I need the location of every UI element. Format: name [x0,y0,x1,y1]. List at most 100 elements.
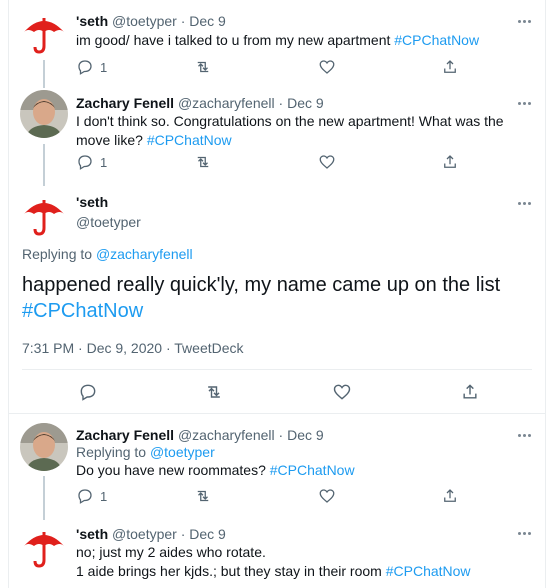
thread-line [43,144,45,186]
hashtag-link[interactable]: #CPChatNow [386,563,471,579]
share-button[interactable] [441,486,459,506]
retweet-button[interactable] [204,382,224,402]
tweet-actions: 1 [76,486,456,506]
tweet-header: 'seth @toetyper · Dec 9 [76,525,226,543]
replying-to-link[interactable]: @zacharyfenell [96,246,193,262]
handle[interactable]: @toetyper [112,526,177,542]
tweet-header: Zachary Fenell @zacharyfenell · Dec 9 [76,94,324,112]
heart-icon [319,60,335,74]
reply-button[interactable]: 1 [76,152,107,172]
replying-label: Replying to [22,246,96,262]
retweet-button[interactable] [194,152,212,172]
hashtag-link[interactable]: #CPChatNow [147,132,232,148]
tweet-text-content: I don't think so. Congratulations on the… [76,113,504,148]
avatar[interactable] [20,423,68,471]
divider [8,413,545,414]
tweet-text: Do you have new roommates? #CPChatNow [76,461,525,480]
retweet-icon [197,156,209,168]
tweet-text-line: no; just my 2 aides who rotate. [76,544,266,560]
tweet-date[interactable]: · Dec 9 [181,526,226,542]
retweet-icon [197,61,209,73]
avatar[interactable] [20,190,68,238]
share-button[interactable] [441,57,459,77]
like-button[interactable] [318,152,336,172]
red-umbrella-avatar-icon [20,522,68,570]
retweet-icon [208,386,220,398]
heart-icon [333,384,351,400]
replying-to: Replying to @toetyper [76,443,525,462]
tweet-text-content: Do you have new roommates? [76,462,270,478]
reply-count: 1 [100,488,108,504]
focused-tweet-actions [22,382,533,404]
tweet-text: im good/ have i talked to u from my new … [76,31,525,50]
share-button[interactable] [441,152,459,172]
tweet-header: Zachary Fenell @zacharyfenell · Dec 9 [76,426,324,444]
more-icon[interactable] [515,528,533,538]
handle[interactable]: @toetyper [112,13,177,29]
tweet-text: I don't think so. Congratulations on the… [76,112,525,150]
share-icon [444,489,456,502]
tweet-actions: 1 [76,57,456,77]
more-icon[interactable] [515,198,533,208]
avatar[interactable] [20,522,68,570]
tweet-text-line: 1 aide brings her kjds.; but they stay i… [76,563,386,579]
share-icon [444,60,456,73]
reply-button[interactable]: 1 [76,486,107,506]
tweet-date[interactable]: · Dec 9 [279,95,324,111]
tweet-date[interactable]: · Dec 9 [279,427,324,443]
reply-button[interactable] [78,382,98,402]
heart-icon [319,489,335,503]
replying-label: Replying to [76,444,150,460]
reply-button[interactable]: 1 [76,57,107,77]
like-button[interactable] [318,486,336,506]
heart-icon [319,155,335,169]
tweet-text-content: im good/ have i talked to u from my new … [76,32,395,48]
red-umbrella-avatar-icon [20,190,68,238]
display-name[interactable]: Zachary Fenell [76,427,174,443]
person-photo-avatar-icon [20,423,68,471]
avatar[interactable] [20,8,68,56]
more-icon[interactable] [515,16,533,26]
red-umbrella-avatar-icon [20,8,68,56]
tweet-header: 'seth @toetyper · Dec 9 [76,12,226,30]
like-button[interactable] [318,57,336,77]
like-button[interactable] [332,382,352,402]
reply-icon [78,489,92,504]
hashtag-link[interactable]: #CPChatNow [394,32,479,48]
share-icon [463,384,477,399]
hashtag-link[interactable]: #CPChatNow [22,298,525,324]
more-icon[interactable] [515,98,533,108]
tweet-timestamp[interactable]: 7:31 PM · Dec 9, 2020 · TweetDeck [22,340,244,356]
tweet-date[interactable]: · Dec 9 [181,13,226,29]
display-name[interactable]: Zachary Fenell [76,95,174,111]
thread-line [43,476,45,520]
replying-to-link[interactable]: @toetyper [150,444,215,460]
handle[interactable]: @zacharyfenell [178,427,275,443]
handle[interactable]: @zacharyfenell [178,95,275,111]
display-name[interactable]: 'seth [76,193,141,211]
thread-line [43,60,45,88]
tweet-actions: 1 [76,152,456,172]
handle[interactable]: @toetyper [76,213,141,231]
display-name[interactable]: 'seth [76,526,108,542]
retweet-icon [197,490,209,502]
reply-count: 1 [100,59,108,75]
focused-name-block: 'seth @toetyper [76,193,141,231]
display-name[interactable]: 'seth [76,13,108,29]
reply-icon [80,384,96,401]
reply-icon [78,60,92,75]
retweet-button[interactable] [194,57,212,77]
divider [22,369,532,370]
reply-icon [78,155,92,170]
replying-to: Replying to @zacharyfenell [22,246,193,262]
reply-count: 1 [100,154,108,170]
share-button[interactable] [460,382,480,402]
tweet-text: no; just my 2 aides who rotate. 1 aide b… [76,543,525,581]
share-icon [444,155,456,168]
focused-text-content: happened really quick'ly, my name came u… [22,274,501,296]
hashtag-link[interactable]: #CPChatNow [270,462,355,478]
retweet-button[interactable] [194,486,212,506]
avatar[interactable] [20,90,68,138]
more-icon[interactable] [515,430,533,440]
person-photo-avatar-icon [20,90,68,138]
